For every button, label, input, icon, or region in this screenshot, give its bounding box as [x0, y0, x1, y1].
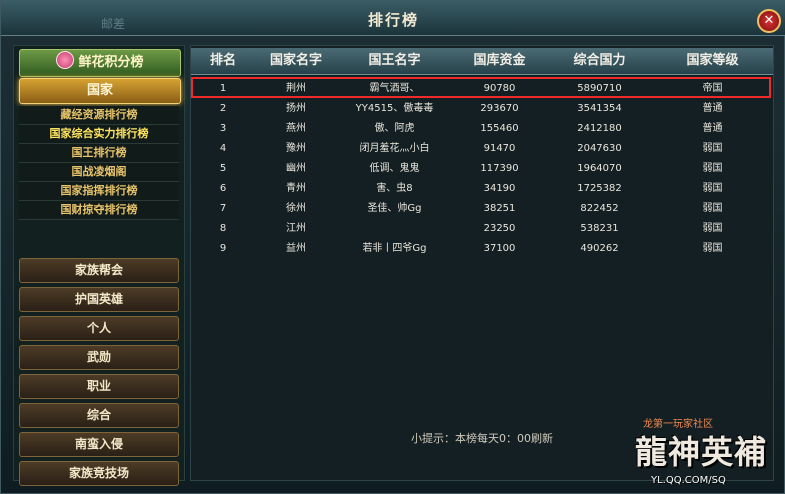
- table-cell: 2: [219, 103, 227, 114]
- table-row[interactable]: 5 幽州 低调、鬼鬼 117390 1964070 弱国: [191, 159, 773, 179]
- column-header[interactable]: 国家等级: [652, 48, 773, 74]
- nation-sub-list: 藏经资源排行榜 国家综合实力排行榜 国王排行榜 国战凌烟阁 国家指挥排行榜 国财掠夺排行榜: [19, 106, 179, 220]
- table-cell: 34190: [483, 183, 516, 194]
- tab-flower-ranking[interactable]: 鲜花积分榜: [19, 49, 181, 77]
- window-title: 排行榜: [367, 11, 419, 29]
- table-cell: 5890710: [577, 83, 622, 94]
- table-cell: 538231: [580, 223, 619, 234]
- table-cell: 若非丨四爷Gg: [362, 243, 427, 254]
- table-cell: 90780: [483, 83, 516, 94]
- table-cell: 普通: [702, 103, 723, 114]
- category-button[interactable]: 武勋: [19, 345, 179, 370]
- table-row[interactable]: 2 扬州 YY4515、傲毒毒 293670 3541354 普通: [191, 99, 773, 119]
- table-cell: 3541354: [577, 103, 622, 114]
- table-cell: 弱国: [702, 243, 723, 254]
- table-body: 1 荆州 霸气酒哥、 90780 5890710 帝国 2 扬州 YY4515、傲毒毒 29367…: [191, 79, 773, 259]
- column-header[interactable]: 排名: [191, 48, 255, 74]
- column-header[interactable]: 综合国力: [547, 48, 652, 74]
- table-cell: 2047630: [577, 143, 622, 154]
- table-cell: 幽州: [286, 163, 306, 174]
- table-cell: 弱国: [702, 203, 723, 214]
- tab-flower-ranking-label: 鲜花积分榜: [78, 55, 144, 70]
- table-cell: 江州: [286, 223, 306, 234]
- table-cell: 822452: [580, 203, 619, 214]
- sidebar: 鲜花积分榜 国家 藏经资源排行榜 国家综合实力排行榜 国王排行榜 国战凌烟阁 国家指挥排…: [13, 45, 185, 486]
- table-row[interactable]: 4 豫州 闭月羞花灬小白 91470 2047630 弱国: [191, 139, 773, 159]
- logo-url: YL.QQ.COM/SQ: [651, 475, 726, 486]
- sidebar-sub-item[interactable]: 国家指挥排行榜: [19, 182, 179, 201]
- table-cell: 徐州: [286, 203, 306, 214]
- table-cell: 37100: [483, 243, 516, 254]
- table-cell: 帝国: [702, 83, 723, 94]
- logo-name: 龍神英補: [635, 433, 768, 471]
- table-cell: 益州: [286, 243, 306, 254]
- sidebar-sub-item[interactable]: 国战凌烟阁: [19, 163, 179, 182]
- table-cell: YY4515、傲毒毒: [355, 103, 434, 114]
- table-cell: 4: [219, 143, 227, 154]
- table-row[interactable]: 1 荆州 霸气酒哥、 90780 5890710 帝国: [191, 79, 773, 99]
- table-header: 排名 国家名字 国王名字 国库资金 综合国力 国家等级: [191, 48, 773, 75]
- table-row[interactable]: 8 江州 23250 538231 弱国: [191, 219, 773, 239]
- table-cell: 91470: [483, 143, 516, 154]
- category-button[interactable]: 护国英雄: [19, 287, 179, 312]
- sidebar-sub-item[interactable]: 国家综合实力排行榜: [19, 125, 179, 144]
- table-cell: 5: [219, 163, 227, 174]
- table-cell: 扬州: [286, 103, 306, 114]
- table-cell: 荆州: [286, 83, 306, 94]
- category-button[interactable]: 综合: [19, 403, 179, 428]
- table-cell: 155460: [480, 123, 519, 134]
- column-header[interactable]: 国库资金: [452, 48, 547, 74]
- table-cell: 圣佳、帅Gg: [367, 203, 422, 214]
- category-button[interactable]: 家族帮会: [19, 258, 179, 283]
- table-cell: 普通: [702, 123, 723, 134]
- category-button[interactable]: 家族竞技场: [19, 461, 179, 486]
- game-logo: 龙第一玩家社区 龍神英補 YL.QQ.COM/SQ: [629, 415, 779, 493]
- sidebar-sub-item[interactable]: 国王排行榜: [19, 144, 179, 163]
- close-button[interactable]: ✕: [757, 9, 781, 33]
- table-cell: 弱国: [702, 143, 723, 154]
- table-row[interactable]: 9 益州 若非丨四爷Gg 37100 490262 弱国: [191, 239, 773, 259]
- table-cell: 傲、阿虎: [374, 123, 415, 134]
- flower-icon: [56, 51, 75, 69]
- table-cell: 豫州: [286, 143, 306, 154]
- table-row[interactable]: 3 燕州 傲、阿虎 155460 2412180 普通: [191, 119, 773, 139]
- sidebar-sub-item[interactable]: 国财掠夺排行榜: [19, 201, 179, 220]
- table-cell: 23250: [483, 223, 516, 234]
- table-cell: 9: [219, 243, 227, 254]
- table-cell: 害、虫8: [376, 183, 413, 194]
- title-bar: 邮差 排行榜 ✕: [1, 1, 785, 36]
- category-button[interactable]: 职业: [19, 374, 179, 399]
- table-row[interactable]: 6 青州 害、虫8 34190 1725382 弱国: [191, 179, 773, 199]
- table-cell: 117390: [480, 163, 519, 174]
- column-header[interactable]: 国家名字: [255, 48, 337, 74]
- table-cell: 弱国: [702, 223, 723, 234]
- table-cell: 2412180: [577, 123, 622, 134]
- ranking-window: 邮差 排行榜 ✕ 鲜花积分榜 国家 藏经资源排行榜 国家综合实力排行榜 国王排行榜国…: [0, 0, 785, 494]
- table-cell: 低调、鬼鬼: [369, 163, 420, 174]
- sidebar-sub-item[interactable]: 藏经资源排行榜: [19, 106, 179, 125]
- table-cell: 8: [219, 223, 227, 234]
- table-cell: 7: [219, 203, 227, 214]
- table-cell: 燕州: [286, 123, 306, 134]
- table-cell: 1: [219, 83, 227, 94]
- table-cell: 490262: [580, 243, 619, 254]
- column-header[interactable]: 国王名字: [337, 48, 452, 74]
- table-cell: 闭月羞花灬小白: [359, 143, 430, 154]
- table-cell: 弱国: [702, 163, 723, 174]
- table-cell: 3: [219, 123, 227, 134]
- table-cell: 霸气酒哥、: [369, 83, 420, 94]
- table-cell: 1725382: [577, 183, 622, 194]
- table-cell: [337, 219, 452, 239]
- table-cell: 38251: [483, 203, 516, 214]
- tab-nation[interactable]: 国家: [19, 78, 181, 104]
- table-cell: 1964070: [577, 163, 622, 174]
- category-list: 家族帮会护国英雄个人武勋职业综合南蛮入侵家族竞技场: [19, 258, 179, 490]
- category-button[interactable]: 南蛮入侵: [19, 432, 179, 457]
- table-cell: 弱国: [702, 183, 723, 194]
- table-cell: 293670: [480, 103, 519, 114]
- table-cell: 青州: [286, 183, 306, 194]
- table-row[interactable]: 7 徐州 圣佳、帅Gg 38251 822452 弱国: [191, 199, 773, 219]
- table-cell: 6: [219, 183, 227, 194]
- category-button[interactable]: 个人: [19, 316, 179, 341]
